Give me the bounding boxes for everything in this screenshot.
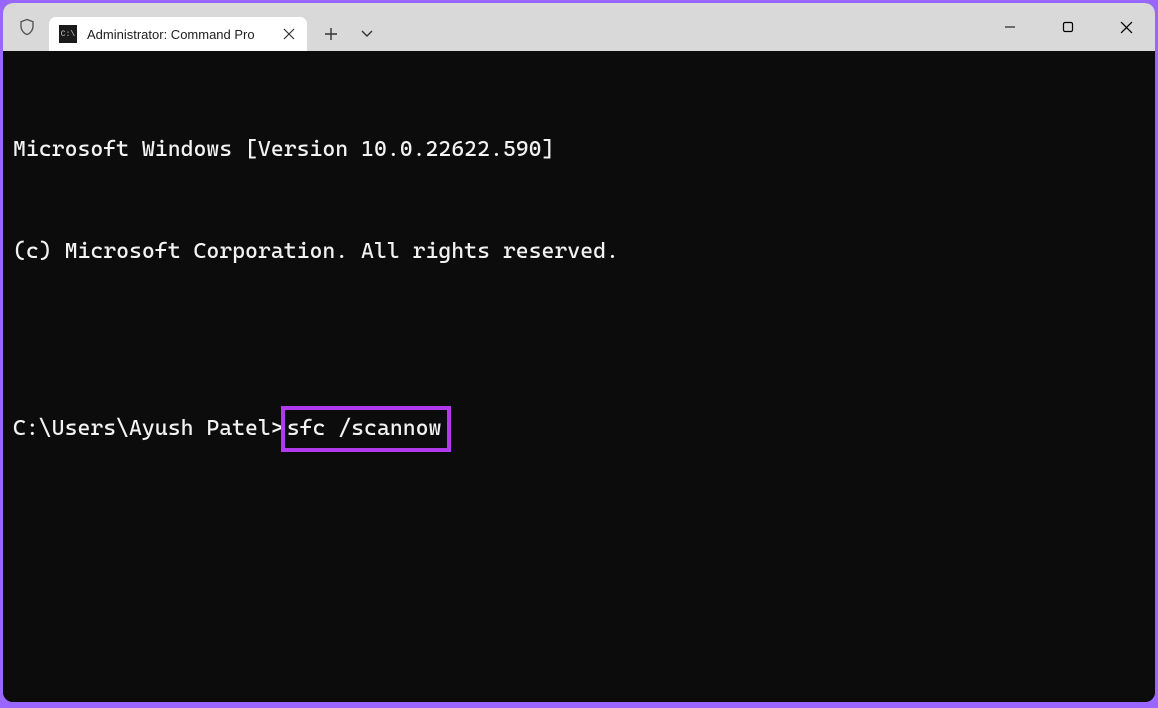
command-highlight: sfc /scannow xyxy=(281,406,452,452)
tab-title: Administrator: Command Pro xyxy=(87,27,269,42)
new-tab-button[interactable] xyxy=(313,17,349,51)
minimize-button[interactable] xyxy=(981,3,1039,51)
shield-icon xyxy=(17,17,37,37)
prompt-line: C:\Users\Ayush Patel>sfc /scannow xyxy=(13,406,1145,452)
tab-dropdown-button[interactable] xyxy=(349,17,385,51)
terminal-icon: C:\ xyxy=(59,25,77,43)
window-controls xyxy=(981,3,1155,51)
terminal-window: C:\ Administrator: Command Pro xyxy=(3,3,1155,702)
command-text: sfc /scannow xyxy=(287,416,442,441)
close-window-button[interactable] xyxy=(1097,3,1155,51)
copyright-line: (c) Microsoft Corporation. All rights re… xyxy=(13,235,1145,269)
titlebar: C:\ Administrator: Command Pro xyxy=(3,3,1155,51)
terminal-content[interactable]: Microsoft Windows [Version 10.0.22622.59… xyxy=(3,51,1155,702)
version-line: Microsoft Windows [Version 10.0.22622.59… xyxy=(13,133,1145,167)
tab-command-prompt[interactable]: C:\ Administrator: Command Pro xyxy=(49,17,307,51)
prompt-text: C:\Users\Ayush Patel> xyxy=(13,412,284,446)
maximize-button[interactable] xyxy=(1039,3,1097,51)
close-tab-button[interactable] xyxy=(279,24,299,44)
